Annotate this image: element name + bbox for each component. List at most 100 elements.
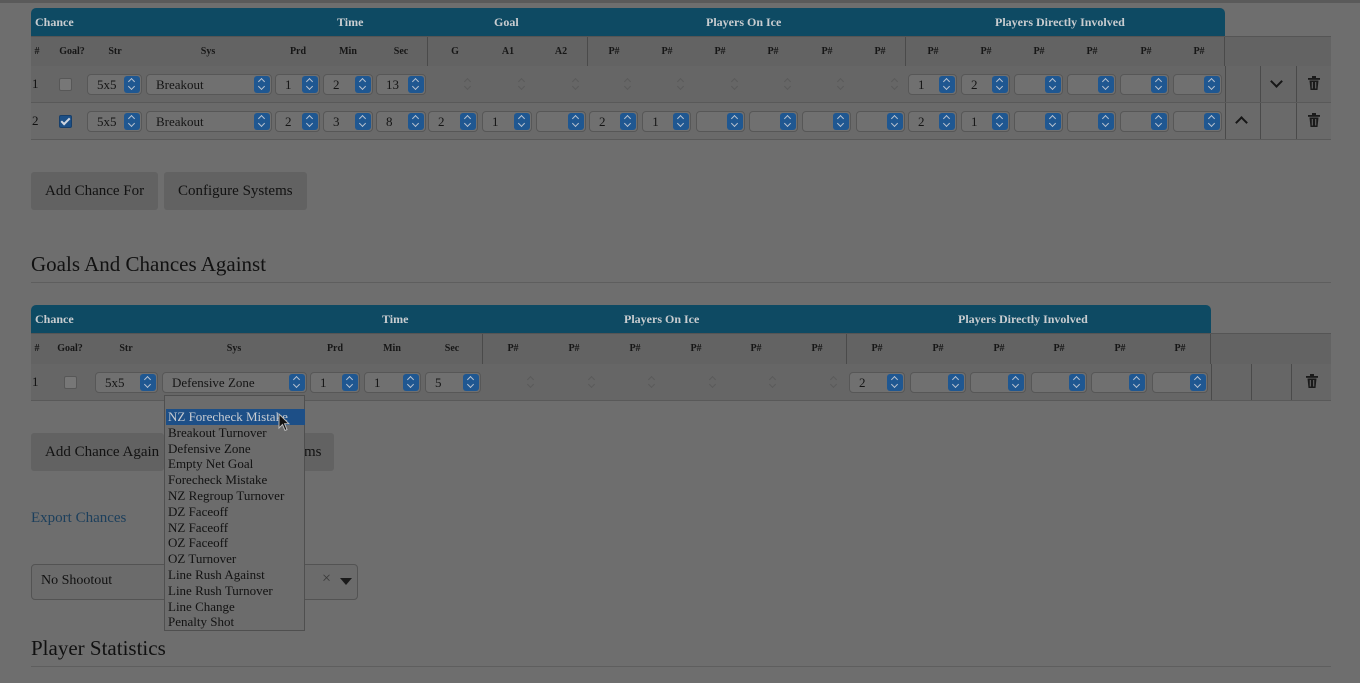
goal-checkbox[interactable] [59,78,72,91]
select-arrow-icon[interactable] [514,113,530,130]
dropdown-option[interactable]: Line Rush Turnover [168,583,273,599]
chevron-up-icon[interactable] [1235,116,1248,129]
select-arrow-icon[interactable] [833,113,850,130]
select-arrow-icon[interactable] [302,113,318,130]
involved-player-select[interactable] [1120,111,1169,132]
strength-select[interactable]: 5x5 [87,111,142,132]
select-arrow-icon[interactable] [124,113,140,130]
second-select[interactable]: 13 [376,74,426,95]
trash-icon[interactable] [1308,76,1320,90]
select-arrow-icon[interactable] [254,76,270,93]
dropdown-option[interactable]: Defensive Zone [168,441,251,457]
involved-player-select[interactable]: 1 [908,74,957,95]
select-arrow-icon[interactable] [1045,76,1061,93]
select-arrow-icon[interactable] [726,113,743,130]
select-arrow-icon[interactable] [673,113,690,130]
system-select[interactable]: Defensive Zone [162,372,307,393]
on-ice-player-select[interactable]: 1 [642,111,692,132]
involved-player-select[interactable] [1067,111,1116,132]
minute-select[interactable]: 2 [323,74,373,95]
select-arrow-icon[interactable] [289,374,305,391]
select-arrow-icon[interactable] [887,374,903,391]
on-ice-player-select[interactable] [855,111,905,132]
select-arrow-icon[interactable] [1098,113,1114,130]
select-arrow-icon[interactable] [568,113,584,130]
on-ice-player-select[interactable] [802,111,852,132]
select-arrow-icon[interactable] [620,113,636,130]
dropdown-option[interactable]: OZ Faceoff [168,535,228,551]
caret-down-icon[interactable] [340,578,352,585]
period-select[interactable]: 1 [310,372,360,393]
strength-select[interactable]: 5x5 [87,74,142,95]
dropdown-option[interactable]: DZ Faceoff [168,504,228,520]
involved-player-select[interactable] [1014,74,1063,95]
dropdown-option[interactable]: Line Change [168,599,235,615]
select-arrow-icon[interactable] [342,374,358,391]
select-arrow-icon[interactable] [1151,113,1167,130]
involved-player-select[interactable]: 2 [849,372,905,393]
on-ice-player-select[interactable] [748,111,798,132]
period-select[interactable]: 1 [275,74,320,95]
involved-player-select[interactable] [1014,111,1063,132]
involved-player-select[interactable] [1152,372,1208,393]
select-arrow-icon[interactable] [992,76,1008,93]
dropdown-option[interactable]: Empty Net Goal [168,456,253,472]
select-arrow-icon[interactable] [355,76,371,93]
configure-systems-button[interactable]: Configure Systems [164,172,307,210]
dropdown-option[interactable]: Breakout Turnover [168,425,267,441]
select-arrow-icon[interactable] [1151,76,1167,93]
involved-player-select[interactable] [970,372,1027,393]
strength-select[interactable]: 5x5 [95,372,158,393]
select-arrow-icon[interactable] [1008,374,1025,391]
involved-player-select[interactable] [1091,372,1148,393]
involved-player-select[interactable] [1067,74,1116,95]
dropdown-option[interactable]: NZ Regroup Turnover [168,488,284,504]
dropdown-option[interactable]: Forecheck Mistake [168,472,267,488]
select-arrow-icon[interactable] [947,374,964,391]
export-chances-link[interactable]: Export Chances [31,510,126,527]
period-select[interactable]: 2 [275,111,320,132]
involved-player-select[interactable] [1173,111,1222,132]
chevron-down-icon[interactable] [1270,75,1283,88]
involved-player-select[interactable]: 2 [908,111,957,132]
clear-icon[interactable]: × [322,570,331,588]
select-arrow-icon[interactable] [463,374,479,391]
select-arrow-icon[interactable] [1045,113,1061,130]
involved-player-select[interactable] [1030,372,1087,393]
assist2-select[interactable] [536,111,586,132]
dropdown-option[interactable]: Penalty Shot [168,614,234,630]
goal-scorer-select[interactable]: 2 [428,111,478,132]
involved-player-select[interactable]: 1 [961,111,1010,132]
on-ice-player-select[interactable]: 2 [589,111,638,132]
select-arrow-icon[interactable] [1098,76,1114,93]
select-arrow-icon[interactable] [124,76,140,93]
system-select[interactable]: Breakout [146,111,272,132]
second-select[interactable]: 5 [425,372,481,393]
select-arrow-icon[interactable] [302,76,318,93]
select-arrow-icon[interactable] [1204,113,1220,130]
goal-checkbox[interactable] [59,115,72,128]
select-arrow-icon[interactable] [779,113,796,130]
dropdown-option[interactable]: Line Rush Against [168,567,265,583]
minute-select[interactable]: 1 [364,372,421,393]
involved-player-select[interactable] [1173,74,1222,95]
select-arrow-icon[interactable] [1068,374,1085,391]
select-arrow-icon[interactable] [460,113,476,130]
system-select[interactable]: Breakout [146,74,272,95]
select-arrow-icon[interactable] [1190,374,1206,391]
add-chance-for-button[interactable]: Add Chance For [31,172,159,210]
select-arrow-icon[interactable] [355,113,371,130]
select-arrow-icon[interactable] [939,76,955,93]
involved-player-select[interactable] [1120,74,1169,95]
involved-player-select[interactable]: 2 [961,74,1010,95]
select-arrow-icon[interactable] [1129,374,1146,391]
select-arrow-icon[interactable] [403,374,419,391]
dropdown-option[interactable]: OZ Turnover [168,551,236,567]
select-arrow-icon[interactable] [408,113,424,130]
second-select[interactable]: 8 [376,111,426,132]
dropdown-option[interactable]: NZ Faceoff [168,520,228,536]
on-ice-player-select[interactable] [695,111,745,132]
trash-icon[interactable] [1308,113,1320,127]
goal-checkbox[interactable] [64,376,77,389]
select-arrow-icon[interactable] [939,113,955,130]
